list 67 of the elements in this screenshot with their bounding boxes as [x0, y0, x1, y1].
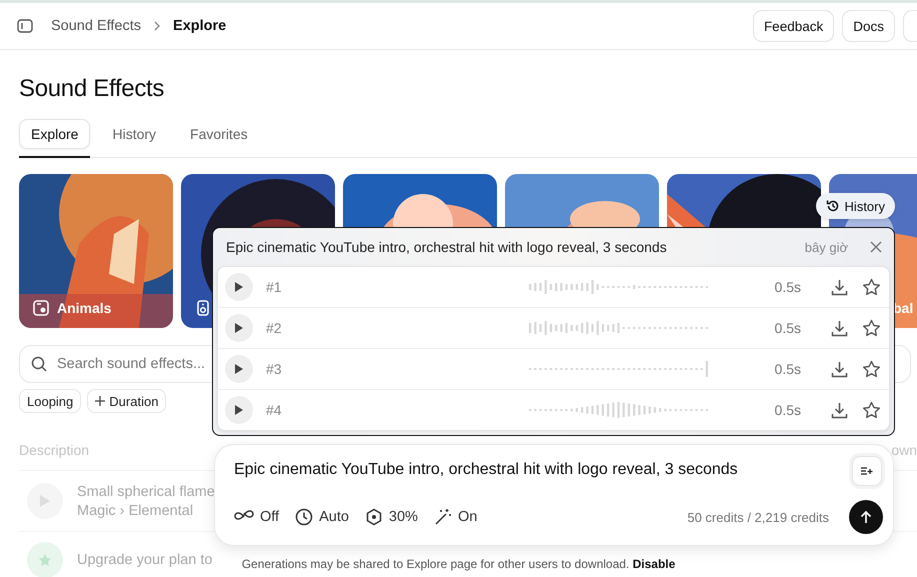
page-title: Sound Effects	[19, 75, 166, 103]
play-button[interactable]	[225, 355, 253, 383]
category-label: Animals	[57, 300, 112, 316]
play-icon	[234, 322, 244, 334]
prompt-input[interactable]: Epic cinematic YouTube intro, orchestral hit with logo reveal, 3 seconds	[234, 461, 852, 479]
disclaimer-text: Generations may be shared to Explore page for other users to download. Disable	[242, 557, 676, 571]
duration-text: 0.5s	[774, 402, 801, 418]
breadcrumb-link[interactable]: Sound Effects	[51, 18, 142, 34]
setting-button[interactable]: On	[434, 508, 478, 526]
column-header: own	[891, 442, 917, 458]
clock-icon	[295, 508, 314, 526]
credits-text: 50 credits / 2,219 credits	[687, 510, 829, 524]
speaker-icon	[195, 300, 211, 316]
play-icon	[39, 494, 51, 508]
duration-text: 0.5s	[774, 361, 801, 377]
result-label: #1	[266, 279, 283, 295]
duration-text: 0.5s	[774, 320, 801, 336]
filter-chip[interactable]: Looping	[19, 389, 82, 413]
add-to-queue-button[interactable]	[852, 456, 882, 486]
arrow-up-icon	[860, 510, 872, 524]
sound-category: Magic › Elemental	[77, 502, 194, 518]
plus-icon	[95, 396, 106, 406]
play-button[interactable]	[225, 273, 253, 301]
column-header: Description	[19, 442, 90, 458]
setting-button[interactable]: 30%	[364, 508, 418, 526]
history-icon	[826, 199, 840, 213]
download-button[interactable]	[831, 320, 848, 336]
play-icon	[234, 404, 244, 416]
breadcrumb-current: Explore	[173, 18, 226, 34]
send-button[interactable]	[849, 500, 883, 534]
download-button[interactable]	[831, 360, 848, 378]
magic-wand-icon	[434, 508, 452, 526]
target-icon	[364, 508, 383, 526]
upgrade-message: Upgrade your plan to	[77, 552, 212, 568]
duration-text: 0.5s	[774, 279, 801, 295]
star-icon	[38, 553, 52, 567]
play-button[interactable]	[225, 314, 253, 342]
result-label: #3	[266, 361, 283, 377]
setting-button[interactable]: Off	[234, 508, 280, 526]
history-button[interactable]: History	[816, 193, 895, 219]
feedback-button[interactable]: Feedback	[752, 10, 834, 42]
docs-button[interactable]: Docs	[842, 10, 895, 42]
disable-link[interactable]: Disable	[632, 557, 676, 571]
filter-chip[interactable]: Duration	[87, 389, 166, 413]
timestamp: bây giờ	[804, 240, 848, 254]
download-button[interactable]	[831, 278, 848, 296]
tab[interactable]: Favorites	[178, 119, 260, 158]
favorite-button[interactable]	[862, 360, 881, 378]
play-button[interactable]	[225, 396, 253, 424]
favorite-button[interactable]	[862, 318, 881, 338]
sidebar-toggle-icon[interactable]	[17, 19, 33, 33]
favorite-button[interactable]	[862, 400, 881, 420]
chevron-icon	[153, 21, 162, 31]
close-icon[interactable]	[870, 241, 882, 253]
result-label: #4	[266, 402, 283, 418]
search-icon	[31, 356, 47, 372]
prompt-text: Epic cinematic YouTube intro, orchestral hit with logo reveal, 3 seconds	[226, 239, 668, 255]
setting-button[interactable]: Auto	[295, 508, 349, 526]
list-plus-icon	[861, 466, 873, 476]
tab[interactable]: History	[100, 119, 168, 158]
result-label: #2	[266, 320, 283, 336]
sound-title: Small spherical flame	[77, 484, 215, 500]
pet-icon	[33, 300, 49, 316]
download-button[interactable]	[831, 402, 848, 418]
play-icon	[234, 363, 244, 375]
favorite-button[interactable]	[862, 278, 881, 296]
play-icon	[234, 281, 244, 293]
